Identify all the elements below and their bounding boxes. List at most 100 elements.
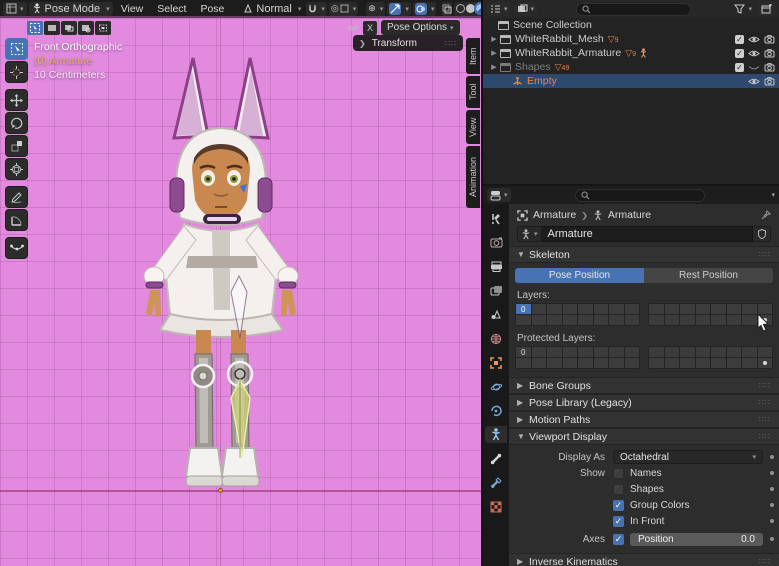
layers-grid-left[interactable]: 0	[515, 303, 640, 326]
layer-cell[interactable]	[532, 315, 547, 325]
rest-position-button[interactable]: Rest Position	[644, 268, 773, 283]
object-origin-dot[interactable]	[218, 488, 223, 493]
layer-cell[interactable]	[680, 315, 695, 325]
new-collection-button[interactable]	[758, 2, 775, 16]
id-name-field[interactable]: Armature	[542, 226, 753, 242]
properties-options-dropdown[interactable]: ▾	[771, 191, 775, 199]
layer-cell[interactable]	[665, 358, 680, 368]
tab-bone-constraints[interactable]	[485, 474, 507, 491]
rotate-tool-button[interactable]	[5, 112, 28, 134]
overlays-dropdown[interactable]: ▾	[413, 2, 437, 16]
layer-cell[interactable]	[665, 347, 680, 357]
layer-cell[interactable]: 0	[516, 347, 531, 357]
layer-cell[interactable]	[516, 358, 531, 368]
proportional-edit-group[interactable]: ◎ ▾	[329, 2, 358, 16]
layer-cell[interactable]	[680, 347, 695, 357]
outliner-row-empty[interactable]: Empty	[483, 74, 779, 88]
viewport-3d[interactable]: X Pose Options ▾ Front Orthographic (0) …	[0, 18, 481, 566]
layer-cell[interactable]	[649, 315, 664, 325]
outliner-search-input[interactable]	[576, 3, 691, 16]
transform-tool-button[interactable]	[5, 158, 28, 180]
select-box-button[interactable]	[44, 21, 60, 35]
select-intersect-button[interactable]	[95, 21, 111, 35]
layer-cell[interactable]	[547, 315, 562, 325]
tab-world[interactable]	[485, 330, 507, 347]
tab-object-constraints[interactable]	[485, 402, 507, 419]
layer-cell[interactable]	[594, 304, 609, 314]
layer-cell[interactable]	[547, 304, 562, 314]
sidebar-tab-view[interactable]: View	[466, 110, 480, 144]
tweak-tool-button[interactable]	[5, 38, 28, 60]
menu-view[interactable]: View	[115, 3, 150, 15]
layer-cell[interactable]	[649, 304, 664, 314]
panel-header-skeleton[interactable]: ▼ Skeleton ∷∷	[509, 246, 779, 263]
layer-cell[interactable]	[742, 304, 757, 314]
axes-checkbox[interactable]: ✓	[613, 534, 624, 545]
hide-eye-icon[interactable]	[748, 35, 760, 44]
layer-cell[interactable]	[563, 347, 578, 357]
properties-search-input[interactable]	[575, 189, 705, 202]
render-camera-icon[interactable]	[764, 63, 775, 72]
shading-solid-button[interactable]	[466, 4, 475, 13]
layer-cell[interactable]	[609, 358, 624, 368]
tab-object[interactable]	[485, 354, 507, 371]
layer-cell[interactable]	[578, 358, 593, 368]
layer-cell[interactable]	[680, 304, 695, 314]
select-circle-button[interactable]	[61, 21, 77, 35]
hide-eye-icon[interactable]	[748, 49, 760, 58]
protected-grid-right[interactable]	[648, 346, 773, 369]
outliner-filter-button[interactable]: ▾	[731, 2, 755, 16]
layer-cell[interactable]	[609, 347, 624, 357]
outliner-filter-obj-button[interactable]: ▾	[514, 2, 538, 16]
menu-select[interactable]: Select	[151, 3, 192, 15]
layer-cell[interactable]	[696, 358, 711, 368]
layers-grid-right[interactable]	[648, 303, 773, 326]
layer-cell[interactable]	[696, 304, 711, 314]
axes-position-slider[interactable]: Position 0.0	[630, 533, 763, 546]
animate-dot[interactable]	[770, 503, 774, 507]
scale-tool-button[interactable]	[5, 135, 28, 157]
expand-arrow-icon[interactable]: ▶	[489, 63, 499, 71]
layer-cell[interactable]	[578, 347, 593, 357]
tab-texture[interactable]	[485, 498, 507, 515]
layer-cell[interactable]	[625, 347, 640, 357]
layer-cell[interactable]	[727, 315, 742, 325]
outliner-row-scene-collection[interactable]: Scene Collection	[483, 18, 779, 32]
exclude-checkbox[interactable]: ✓	[735, 35, 744, 44]
layer-cell[interactable]	[547, 358, 562, 368]
layer-cell[interactable]	[711, 347, 726, 357]
tab-tool[interactable]	[485, 210, 507, 227]
cursor-tool-button[interactable]	[5, 61, 28, 83]
expand-arrow-icon[interactable]: ▶	[489, 35, 499, 43]
panel-header-inverse-kinematics[interactable]: ▶ Inverse Kinematics ∷∷	[509, 553, 779, 566]
tab-view-layer[interactable]	[485, 282, 507, 299]
layer-cell[interactable]	[625, 315, 640, 325]
names-checkbox[interactable]	[613, 468, 624, 479]
layer-cell[interactable]	[711, 358, 726, 368]
outliner-display-mode-button[interactable]: ▾	[487, 2, 511, 16]
panel-header-viewport-display[interactable]: ▼ Viewport Display ∷∷	[509, 428, 779, 445]
layer-cell[interactable]	[758, 347, 773, 357]
panel-header-bone-groups[interactable]: ▶ Bone Groups ∷∷	[509, 377, 779, 394]
outliner-row-whiterabbit-mesh[interactable]: ▶ WhiteRabbit_Mesh ▽9 ✓	[483, 32, 779, 46]
animate-dot[interactable]	[770, 537, 774, 541]
expand-arrow-icon[interactable]: ▶	[489, 49, 499, 57]
animate-dot[interactable]	[770, 471, 774, 475]
render-camera-icon[interactable]	[764, 35, 775, 44]
exclude-checkbox[interactable]: ✓	[735, 63, 744, 72]
layer-cell[interactable]	[665, 315, 680, 325]
layer-cell[interactable]	[727, 347, 742, 357]
layer-cell[interactable]	[727, 304, 742, 314]
layer-cell[interactable]	[742, 358, 757, 368]
layer-cell[interactable]	[547, 347, 562, 357]
layer-cell[interactable]	[594, 347, 609, 357]
render-camera-icon[interactable]	[764, 77, 775, 86]
layer-cell[interactable]	[649, 358, 664, 368]
layer-cell[interactable]	[696, 315, 711, 325]
character-model[interactable]	[0, 18, 481, 566]
animate-dot[interactable]	[770, 455, 774, 459]
xray-toggle[interactable]	[442, 2, 452, 16]
id-type-dropdown[interactable]: ▾	[517, 226, 542, 242]
tab-scene[interactable]	[485, 306, 507, 323]
sidebar-tab-animation[interactable]: Animation	[466, 146, 480, 208]
